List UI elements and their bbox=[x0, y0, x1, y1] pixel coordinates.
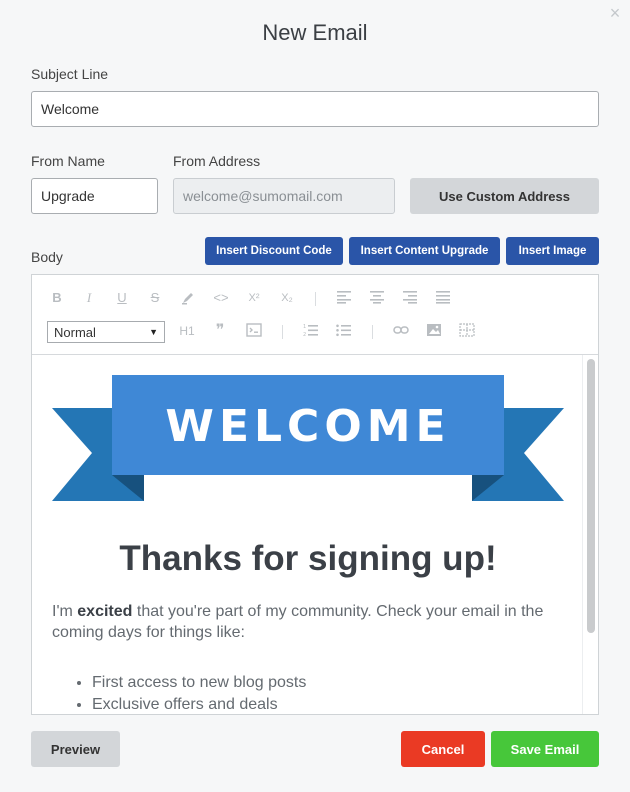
format-select-value: Normal bbox=[54, 324, 96, 340]
bold-icon[interactable]: B bbox=[48, 290, 66, 306]
superscript-icon[interactable]: X² bbox=[245, 290, 263, 306]
para-intro: I'm bbox=[52, 603, 78, 620]
insert-content-upgrade-button[interactable]: Insert Content Upgrade bbox=[349, 237, 500, 265]
preview-button[interactable]: Preview bbox=[31, 731, 120, 767]
list-item: Exclusive offers and deals bbox=[92, 694, 306, 714]
bullet-list-icon[interactable] bbox=[335, 323, 353, 339]
code-icon[interactable]: <> bbox=[212, 290, 230, 306]
code-block-icon[interactable] bbox=[245, 323, 263, 339]
para-bold: excited bbox=[77, 603, 133, 620]
from-name-value: Upgrade bbox=[41, 188, 95, 204]
subject-input[interactable]: Welcome bbox=[31, 91, 599, 127]
use-custom-address-button[interactable]: Use Custom Address bbox=[410, 178, 599, 214]
insert-discount-code-button[interactable]: Insert Discount Code bbox=[205, 237, 343, 265]
link-icon[interactable] bbox=[392, 323, 410, 339]
italic-icon[interactable]: I bbox=[80, 290, 98, 306]
align-justify-icon[interactable] bbox=[434, 290, 452, 306]
editor-scrollbar-thumb[interactable] bbox=[587, 359, 595, 633]
email-heading: Thanks for signing up! bbox=[119, 539, 497, 578]
dialog-title: New Email bbox=[262, 20, 368, 45]
align-right-icon[interactable] bbox=[401, 290, 419, 306]
from-name-input[interactable]: Upgrade bbox=[31, 178, 158, 214]
table-icon[interactable] bbox=[458, 323, 476, 339]
from-address-label: From Address bbox=[173, 153, 261, 169]
from-name-label: From Name bbox=[31, 153, 105, 169]
format-select[interactable]: Normal ▼ bbox=[47, 321, 165, 343]
align-left-icon[interactable] bbox=[335, 290, 353, 306]
svg-text:1: 1 bbox=[303, 324, 306, 330]
welcome-banner-image: WELCOME bbox=[52, 375, 564, 501]
from-address-input[interactable]: welcome@sumomail.com bbox=[173, 178, 395, 214]
banner-text: WELCOME bbox=[165, 401, 450, 452]
align-center-icon[interactable] bbox=[368, 290, 386, 306]
save-email-button[interactable]: Save Email bbox=[491, 731, 599, 767]
ordered-list-icon[interactable]: 12 bbox=[302, 323, 320, 339]
body-label: Body bbox=[31, 249, 63, 265]
body-editor[interactable]: B I U S <> X² X₂ Normal ▼ H1 ❞ 1 2 WELCO… bbox=[31, 274, 599, 715]
quote-icon[interactable]: ❞ bbox=[211, 323, 229, 339]
strike-icon[interactable]: S bbox=[146, 290, 164, 306]
image-icon[interactable] bbox=[425, 323, 443, 339]
caret-down-icon: ▼ bbox=[149, 327, 158, 337]
highlight-icon[interactable] bbox=[179, 290, 197, 306]
email-list: First access to new blog posts Exclusive… bbox=[92, 672, 306, 714]
insert-image-button[interactable]: Insert Image bbox=[506, 237, 599, 265]
svg-text:2: 2 bbox=[303, 332, 306, 337]
from-address-placeholder: welcome@sumomail.com bbox=[183, 188, 343, 204]
subject-label: Subject Line bbox=[31, 66, 109, 82]
subscript-icon[interactable]: X₂ bbox=[278, 290, 296, 306]
subject-value: Welcome bbox=[41, 101, 100, 117]
editor-toolbar: B I U S <> X² X₂ Normal ▼ H1 ❞ 1 2 bbox=[32, 275, 598, 355]
editor-content[interactable]: WELCOME Thanks for signing up! I'm excit… bbox=[32, 355, 584, 714]
toolbar-separator bbox=[372, 325, 373, 339]
email-paragraph: I'm excited that you're part of my commu… bbox=[52, 601, 562, 643]
toolbar-separator bbox=[315, 292, 316, 306]
toolbar-separator bbox=[282, 325, 283, 339]
h1-icon[interactable]: H1 bbox=[178, 323, 196, 339]
underline-icon[interactable]: U bbox=[113, 290, 131, 306]
cancel-button[interactable]: Cancel bbox=[401, 731, 485, 767]
list-item: First access to new blog posts bbox=[92, 672, 306, 694]
